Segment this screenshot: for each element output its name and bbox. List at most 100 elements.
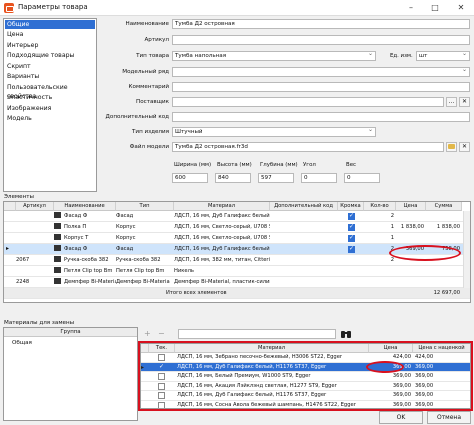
cell-price <box>396 277 424 288</box>
group-row[interactable]: Общая <box>4 338 137 348</box>
edge-checkbox[interactable] <box>348 223 355 231</box>
cell-article <box>16 211 52 222</box>
cell-article <box>16 244 52 255</box>
remove-icon[interactable]: − <box>158 329 165 338</box>
supplier-input[interactable] <box>172 97 444 107</box>
maximize-button[interactable]: □ <box>424 0 446 16</box>
nav-item-elasticity[interactable]: Эластичность <box>5 93 95 102</box>
product-type-label: Тип товара <box>136 53 169 59</box>
cell-type: Корпус <box>116 224 136 230</box>
cancel-button[interactable]: Отмена <box>427 411 471 424</box>
add-icon[interactable]: + <box>144 329 151 338</box>
folder-icon[interactable] <box>446 142 457 152</box>
weight-label: Вес <box>346 162 356 168</box>
cell-sum <box>426 266 460 277</box>
settings-nav: Общие Цена Интерьер Подходящие товары Ск… <box>3 18 97 192</box>
edge-checkbox[interactable] <box>348 234 355 242</box>
table-row[interactable]: Фасад Ф Фасад ЛДСП, 16 мм, Дуб Галифакс бе… <box>4 211 470 222</box>
edge-checkbox[interactable] <box>348 245 355 253</box>
cell-name: Корпус Т <box>54 233 116 244</box>
supplier-browse-button[interactable]: ... <box>446 97 457 107</box>
unit-label: Ед. изм. <box>390 53 413 59</box>
element-icon <box>54 234 61 240</box>
edge-checkbox[interactable] <box>348 212 355 220</box>
col-header-price[interactable]: Цена <box>396 202 426 211</box>
cell-qty: 2 <box>390 257 394 263</box>
model-row-select[interactable] <box>172 67 470 77</box>
model-file-clear-button[interactable]: ✕ <box>459 142 470 152</box>
name-label: Наименование <box>125 21 169 27</box>
table-row[interactable]: Корпус Т Корпус ЛДСП, 16 мм, Светло-серый,… <box>4 233 470 244</box>
cell-material: ЛДСП, 16 мм, Светло-серый, U708 ST9, <box>174 235 270 241</box>
cell-extra <box>270 277 338 288</box>
cell-name-text: Петля Clip top Bm <box>64 268 113 274</box>
col-header-material[interactable]: Материал <box>174 202 270 211</box>
cell-name: Демпфер Bi-Materia <box>54 277 116 288</box>
nav-item-script[interactable]: Скрипт <box>5 62 95 71</box>
cell-extra <box>270 266 338 277</box>
cell-name-text: Ручка-скоба 382 <box>64 257 109 263</box>
materials-search-input[interactable] <box>178 329 336 339</box>
cell-price <box>396 266 424 277</box>
elements-scrollbar[interactable] <box>463 211 470 288</box>
supplier-label: Поставщик <box>136 99 169 105</box>
nav-item-images[interactable]: Изображения <box>5 104 95 113</box>
col-header-marker <box>4 202 16 211</box>
minimize-button[interactable]: – <box>400 0 422 16</box>
cell-name: Фасад Ф <box>54 211 116 222</box>
nav-item-price[interactable]: Цена <box>5 30 95 39</box>
col-header-qty[interactable]: Кол-во <box>364 202 396 211</box>
col-header-article[interactable]: Артикул <box>16 202 54 211</box>
depth-input[interactable]: 597 <box>258 173 294 183</box>
materials-section-label: Материалы для замены <box>4 320 75 326</box>
col-header-sum[interactable]: Сумма <box>426 202 462 211</box>
product-kind-select[interactable]: Штучный <box>172 127 376 137</box>
cell-extra <box>270 233 338 244</box>
element-icon <box>54 223 61 229</box>
binoculars-icon[interactable] <box>340 329 352 339</box>
col-header-edge[interactable]: Кромка <box>338 202 364 211</box>
weight-input[interactable]: 0 <box>344 173 380 183</box>
element-icon <box>54 212 61 218</box>
ok-button[interactable]: OK <box>379 411 423 424</box>
nav-item-variants[interactable]: Варианты <box>5 72 95 81</box>
cell-type: Фасад <box>116 213 134 219</box>
nav-item-interior[interactable]: Интерьер <box>5 41 95 50</box>
cell-price <box>396 211 424 222</box>
elements-section-label: Элементы <box>4 194 34 200</box>
nav-item-general[interactable]: Общие <box>5 20 95 29</box>
cell-article: 2067 <box>16 257 30 263</box>
height-input[interactable]: 840 <box>215 173 251 183</box>
table-row[interactable]: Петля Clip top Bm Петля Clip top Bm Никель <box>4 266 470 277</box>
nav-item-custom-properties[interactable]: Пользовательские свойства <box>5 83 95 100</box>
cell-name: Полка П <box>54 222 116 233</box>
table-row[interactable]: 2248 Демпфер Bi-Materia Демпфер Bi-Materia… <box>4 277 470 288</box>
cell-material: ЛДСП, 16 мм, Дуб Галифакс белый, H1176 <box>174 246 270 252</box>
extra-code-input[interactable] <box>172 112 470 122</box>
product-type-select[interactable]: Тумба напольная <box>172 51 376 61</box>
article-label: Артикул <box>144 37 169 43</box>
nav-item-related-products[interactable]: Подходящие товары <box>5 51 95 60</box>
supplier-clear-button[interactable]: ✕ <box>459 97 470 107</box>
model-row-label: Модельный ряд <box>122 69 169 75</box>
cell-name-text: Демпфер Bi-Materia <box>64 279 116 285</box>
col-header-extra-code[interactable]: Дополнительный код <box>270 202 338 211</box>
cell-sum <box>426 211 460 222</box>
angle-input[interactable]: 0 <box>301 173 337 183</box>
nav-item-model[interactable]: Модель <box>5 114 95 123</box>
width-label: Ширина (мм) <box>174 162 212 168</box>
close-button[interactable]: ✕ <box>450 0 472 16</box>
total-value: 12 697,00 <box>433 290 460 296</box>
comment-input[interactable] <box>172 82 470 92</box>
price-annotation-oval <box>389 245 461 261</box>
model-file-label: Файл модели <box>129 144 169 150</box>
unit-select[interactable]: шт <box>416 51 470 61</box>
col-header-type[interactable]: Тип <box>116 202 174 211</box>
col-header-name[interactable]: Наименование <box>54 202 116 211</box>
width-input[interactable]: 600 <box>172 173 208 183</box>
cell-name: Фасад Ф <box>54 244 116 255</box>
name-input[interactable]: Тумба Д2 островная <box>172 19 470 29</box>
model-file-input[interactable]: Тумба Д2 островная.fr3d <box>172 142 444 152</box>
table-row[interactable]: Полка П Корпус ЛДСП, 16 мм, Светло-серый, … <box>4 222 470 233</box>
article-input[interactable] <box>172 35 470 45</box>
